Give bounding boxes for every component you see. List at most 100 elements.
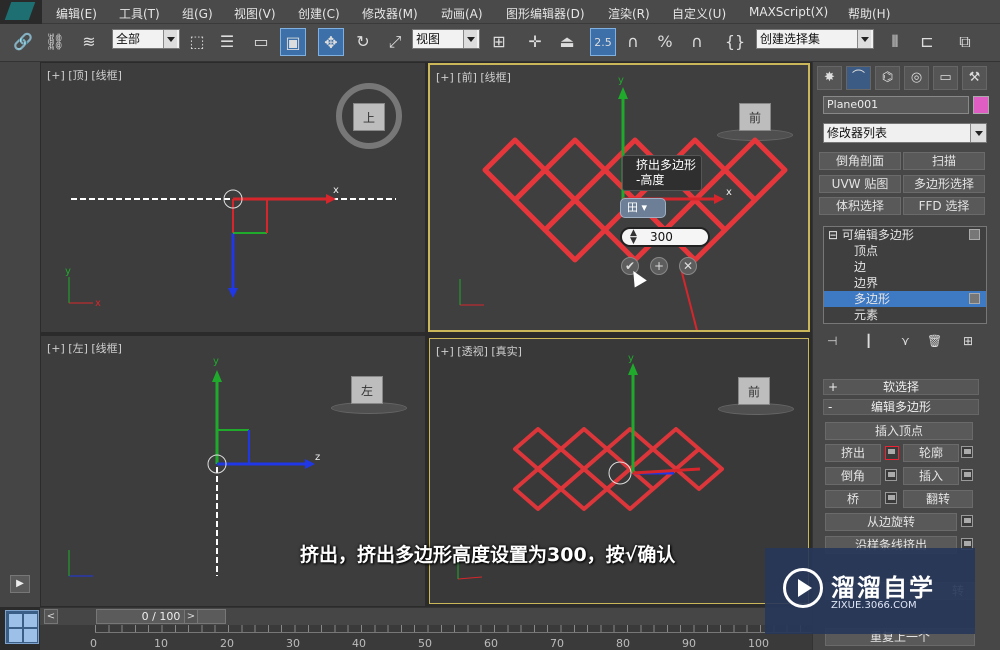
prev-frame-icon[interactable]: <	[44, 609, 58, 624]
menu-graph-editors[interactable]: 图形编辑器(D)	[506, 5, 585, 22]
stack-polygon-toggle[interactable]	[969, 293, 980, 304]
caddy-apply-button[interactable]: +	[650, 257, 668, 275]
uvw-map-button[interactable]: UVW 贴图	[819, 175, 901, 193]
object-name-field[interactable]: Plane001	[823, 96, 969, 114]
inset-button[interactable]: 插入	[903, 467, 959, 485]
motion-tab-icon[interactable]: ◎	[904, 66, 929, 90]
menu-group[interactable]: 组(G)	[182, 5, 213, 22]
inset-settings-icon[interactable]	[961, 469, 973, 481]
make-unique-icon[interactable]: ⋎	[901, 334, 910, 348]
bevel-button[interactable]: 倒角	[825, 467, 881, 485]
menu-customize[interactable]: 自定义(U)	[672, 5, 726, 22]
timeline-ruler[interactable]: 0 10 20 30 40 50 60 70 80 90 100	[40, 625, 812, 650]
soft-selection-rollout[interactable]: + 软选择	[823, 379, 979, 395]
viewport-layout-icon[interactable]	[5, 610, 39, 644]
menu-create[interactable]: 创建(C)	[298, 5, 340, 22]
collapse-icon[interactable]: ⊟	[828, 228, 838, 242]
extrude-height-spinner[interactable]: ▲ ▼ 300	[620, 227, 710, 247]
modifier-list-dropdown[interactable]: 修改器列表	[823, 123, 987, 143]
viewport-top[interactable]: [+] [顶] [线框] 上 x y x	[41, 63, 425, 332]
stack-item-polygon[interactable]: 多边形	[824, 291, 986, 307]
angle-snap-icon[interactable]: ∩	[620, 28, 646, 56]
menu-tools[interactable]: 工具(T)	[119, 5, 160, 22]
app-logo-icon[interactable]	[0, 0, 42, 24]
menu-views[interactable]: 视图(V)	[234, 5, 276, 22]
menu-edit[interactable]: 编辑(E)	[56, 5, 97, 22]
outline-button[interactable]: 轮廓	[903, 444, 959, 462]
bevel-profile-button[interactable]: 倒角剖面	[819, 152, 901, 170]
snap-toggle-button[interactable]: 2.5	[590, 28, 616, 56]
layer-manager-icon[interactable]: ⧉	[952, 28, 978, 56]
edit-named-selection-icon[interactable]: {}	[722, 28, 748, 56]
extrude-button[interactable]: 挤出	[825, 444, 881, 462]
time-slider[interactable]: 0 / 100	[96, 609, 226, 624]
object-color-swatch[interactable]	[973, 96, 989, 114]
rect-selection-icon[interactable]: ▭	[248, 28, 274, 56]
scale-icon[interactable]: ⤢	[382, 28, 408, 56]
axis-x-label: x	[333, 185, 339, 196]
extrude-height-value[interactable]: 300	[650, 230, 673, 244]
bridge-settings-icon[interactable]	[885, 492, 897, 504]
caddy-cancel-button[interactable]: ✕	[679, 257, 697, 275]
stack-root-toggle[interactable]	[969, 229, 980, 240]
remove-modifier-icon[interactable]: 🗑	[927, 334, 942, 348]
create-tab-icon[interactable]: ✸	[817, 66, 842, 90]
stack-item-vertex[interactable]: 顶点	[824, 243, 986, 259]
bind-spacewarp-icon[interactable]: ≋	[76, 28, 102, 56]
hinge-from-edge-button[interactable]: 从边旋转	[825, 513, 957, 531]
extrude-settings-icon[interactable]	[885, 446, 899, 460]
move-icon[interactable]: ✥	[318, 28, 344, 56]
insert-vertex-button[interactable]: 插入顶点	[825, 422, 973, 440]
stack-item-element[interactable]: 元素	[824, 307, 986, 323]
select-by-name-icon[interactable]: ☰	[214, 28, 240, 56]
modify-tab-icon[interactable]: ⌒	[846, 66, 871, 90]
sweep-button[interactable]: 扫描	[903, 152, 985, 170]
caddy-title-line1: 挤出多边形	[636, 158, 697, 172]
mirror-icon[interactable]: ⫴	[882, 28, 908, 56]
expand-panel-button[interactable]: ▶	[10, 575, 30, 593]
outline-settings-icon[interactable]	[961, 446, 973, 458]
viewport-front[interactable]: [+] [前] [线框] 前 y x	[428, 63, 810, 332]
percent-snap-icon[interactable]: %	[652, 28, 678, 56]
unlink-icon[interactable]: ⛓	[42, 28, 68, 56]
hierarchy-tab-icon[interactable]: ⌬	[875, 66, 900, 90]
spinner-snap-icon[interactable]: ∩	[684, 28, 710, 56]
menu-modifiers[interactable]: 修改器(M)	[362, 5, 418, 22]
menu-animation[interactable]: 动画(A)	[441, 5, 483, 22]
configure-sets-icon[interactable]: ⊞	[963, 334, 973, 348]
flip-button[interactable]: 翻转	[903, 490, 973, 508]
spinner-arrows-icon[interactable]: ▲ ▼	[630, 229, 637, 246]
poly-select-button[interactable]: 多边形选择	[903, 175, 985, 193]
utilities-tab-icon[interactable]: ⚒	[962, 66, 987, 90]
display-tab-icon[interactable]: ▭	[933, 66, 958, 90]
menu-maxscript[interactable]: MAXScript(X)	[749, 5, 828, 19]
soft-selection-label: 软选择	[882, 380, 919, 394]
bevel-settings-icon[interactable]	[885, 469, 897, 481]
link-icon[interactable]: 🔗	[10, 28, 36, 56]
menu-help[interactable]: 帮助(H)	[848, 5, 890, 22]
pivot-center-icon[interactable]: ⊞	[486, 28, 512, 56]
show-end-result-icon[interactable]: ┃	[865, 334, 872, 348]
select-manipulate-icon[interactable]: ✛	[522, 28, 548, 56]
pin-stack-icon[interactable]: ⊣	[827, 334, 837, 348]
window-crossing-icon[interactable]: ▣	[280, 28, 306, 56]
selection-filter-dropdown[interactable]: 全部	[112, 29, 180, 49]
stack-root[interactable]: ⊟ 可编辑多边形	[824, 227, 986, 243]
align-icon[interactable]: ⊏	[914, 28, 940, 56]
bridge-button[interactable]: 桥	[825, 490, 881, 508]
named-selection-dropdown[interactable]: 创建选择集	[756, 29, 874, 49]
next-frame-icon[interactable]: >	[184, 609, 198, 624]
rotate-icon[interactable]: ↻	[350, 28, 376, 56]
menu-rendering[interactable]: 渲染(R)	[608, 5, 650, 22]
extrude-type-dropdown[interactable]: 田 ▾	[620, 198, 666, 218]
keyboard-shortcut-icon[interactable]: ⏏	[554, 28, 580, 56]
vol-select-button[interactable]: 体积选择	[819, 197, 901, 215]
edit-polygons-rollout[interactable]: - 编辑多边形	[823, 399, 979, 415]
stack-item-edge[interactable]: 边	[824, 259, 986, 275]
reference-coord-dropdown[interactable]: 视图	[412, 29, 480, 49]
stack-item-border[interactable]: 边界	[824, 275, 986, 291]
tick-label: 0	[90, 637, 97, 650]
ffd-select-button[interactable]: FFD 选择	[903, 197, 985, 215]
hinge-settings-icon[interactable]	[961, 515, 973, 527]
select-object-icon[interactable]: ⬚	[184, 28, 210, 56]
